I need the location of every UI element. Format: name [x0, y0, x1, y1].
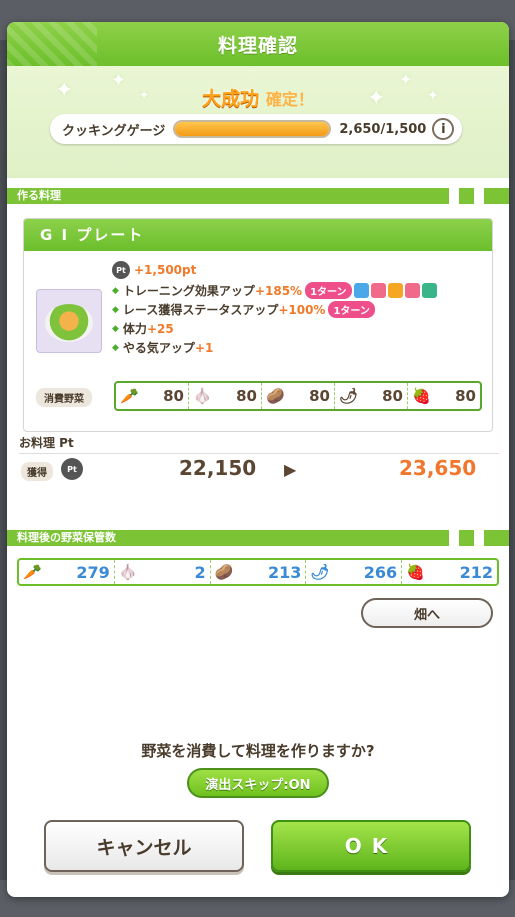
consume-label: 消費野菜 — [36, 388, 92, 407]
bullet-icon: ◆ — [112, 304, 119, 315]
skip-animation-toggle[interactable]: 演出スキップ:ON — [187, 768, 329, 798]
consume-value: 80 — [455, 387, 476, 405]
stock-strawberry: 🍓 212 — [402, 560, 497, 584]
effect-label: トレーニング効果アップ — [122, 284, 255, 298]
pt-badge-icon: Pt — [112, 261, 130, 279]
effect-label: 体力 — [122, 322, 147, 336]
consume-garlic: 🧄 80 — [189, 383, 262, 409]
vegetable-stock: 🥕 279 🧄 2 🥔 213 🌶 266 🍓 212 — [17, 558, 499, 586]
stock-potato: 🥔 213 — [211, 560, 307, 584]
effect-item: ◆ トレーニング効果アップ +185% 1ターン — [112, 281, 437, 300]
stock-value: 279 — [76, 562, 110, 582]
consume-potato: 🥔 80 — [262, 383, 335, 409]
cooking-confirm-dialog: 料理確認 ✦ ✦ ✦ ✦ ✦ ✦ 大成功 確定！ クッキングゲージ 2,650/… — [7, 22, 509, 897]
effect-item: ◆ レース獲得ステータスアップ +100% 1ターン — [112, 300, 437, 319]
effects-list: ◆ トレーニング効果アップ +185% 1ターン ◆ レース獲得ステータスアップ… — [112, 281, 437, 357]
stamina-stat-icon — [370, 283, 386, 298]
effect-value: +25 — [146, 321, 174, 336]
carrot-icon: 🥕 — [120, 387, 139, 405]
dish-plate-icon — [45, 304, 93, 342]
stock-value: 213 — [267, 562, 302, 582]
dish-image — [36, 289, 102, 353]
potato-icon: 🥔 — [214, 563, 234, 581]
acquire-label: 獲得 — [21, 462, 53, 481]
bullet-icon: ◆ — [112, 285, 119, 296]
gauge-label: クッキングゲージ — [62, 123, 166, 139]
effect-value: +100% — [278, 302, 326, 317]
consume-carrot: 🥕 80 — [116, 383, 189, 409]
stock-value: 212 — [459, 562, 493, 582]
stock-section-header: 料理後の野菜保管数 — [7, 530, 509, 546]
ok-button[interactable]: OK — [271, 820, 471, 872]
bullet-icon: ◆ — [112, 323, 119, 334]
recipe-name: G I プレート — [24, 219, 492, 251]
pepper-icon: 🌶 — [339, 387, 359, 405]
recipe-card: G I プレート Pt +1,500pt ◆ トレーニング効果アップ +185%… — [23, 218, 493, 432]
pepper-icon: 🌶 — [310, 563, 330, 581]
confirm-question: 野菜を消費して料理を作りますか? — [141, 742, 375, 760]
bullet-icon: ◆ — [112, 342, 119, 353]
pt-badge-icon: Pt — [61, 458, 83, 480]
garlic-icon: 🧄 — [193, 387, 212, 405]
gauge-bar — [173, 120, 332, 138]
go-to-field-button[interactable]: 畑へ — [361, 598, 493, 628]
info-icon[interactable]: i — [432, 118, 455, 140]
strawberry-icon: 🍓 — [412, 387, 431, 405]
gauge-value: 2,650/1,500 — [339, 121, 427, 137]
cooking-points: お料理 Pt 獲得 Pt 22,150 ▶ 23,650 — [19, 434, 499, 481]
consume-value: 80 — [163, 387, 184, 405]
effect-label: やる気アップ — [122, 341, 195, 355]
effect-label: レース獲得ステータスアップ — [122, 303, 279, 317]
points-header: お料理 Pt — [19, 436, 74, 450]
effect-value: +185% — [254, 283, 303, 298]
strawberry-icon: 🍓 — [406, 563, 425, 581]
points-after: 23,650 — [399, 456, 477, 480]
carrot-icon: 🥕 — [23, 563, 42, 581]
great-success-label: 大成功 — [202, 88, 260, 110]
divider — [19, 453, 499, 454]
turn-badge: 1ターン — [328, 301, 375, 318]
arrow-right-icon: ▶ — [284, 460, 297, 479]
turn-badge: 1ターン — [305, 282, 352, 299]
effect-item: ◆ 体力 +25 — [112, 319, 437, 338]
dialog-title: 料理確認 — [7, 22, 509, 66]
cooking-gauge: クッキングゲージ 2,650/1,500 i — [50, 114, 462, 144]
consume-value: 80 — [309, 387, 330, 405]
pt-gain-value: +1,500pt — [134, 263, 197, 277]
effect-item: ◆ やる気アップ +1 — [112, 338, 437, 357]
consume-vegetables: 🥕 80 🧄 80 🥔 80 🌶 80 🍓 80 — [114, 381, 482, 411]
wisdom-stat-icon — [421, 283, 437, 298]
effect-value: +1 — [194, 340, 214, 355]
recipe-section-header: 作る料理 — [7, 188, 509, 204]
garlic-icon: 🧄 — [118, 563, 138, 581]
stock-value: 266 — [363, 562, 398, 582]
gauge-fill — [175, 122, 330, 136]
consume-value: 80 — [236, 387, 257, 405]
consume-strawberry: 🍓 80 — [408, 383, 480, 409]
potato-icon: 🥔 — [266, 387, 285, 405]
confirmed-label: 確定！ — [265, 90, 314, 109]
consume-value: 80 — [382, 387, 403, 405]
stock-garlic: 🧄 2 — [115, 560, 211, 584]
power-stat-icon — [387, 283, 403, 298]
stock-pepper: 🌶 266 — [306, 560, 403, 584]
cancel-button[interactable]: キャンセル — [44, 820, 244, 872]
consume-pepper: 🌶 80 — [335, 383, 408, 409]
stock-value: 2 — [194, 562, 206, 582]
speed-stat-icon — [353, 283, 369, 298]
stock-carrot: 🥕 279 — [19, 560, 115, 584]
pt-gain: Pt +1,500pt — [112, 261, 196, 279]
result-text: 大成功 確定！ — [7, 84, 509, 111]
guts-stat-icon — [404, 283, 420, 298]
points-before: 22,150 — [179, 456, 257, 480]
